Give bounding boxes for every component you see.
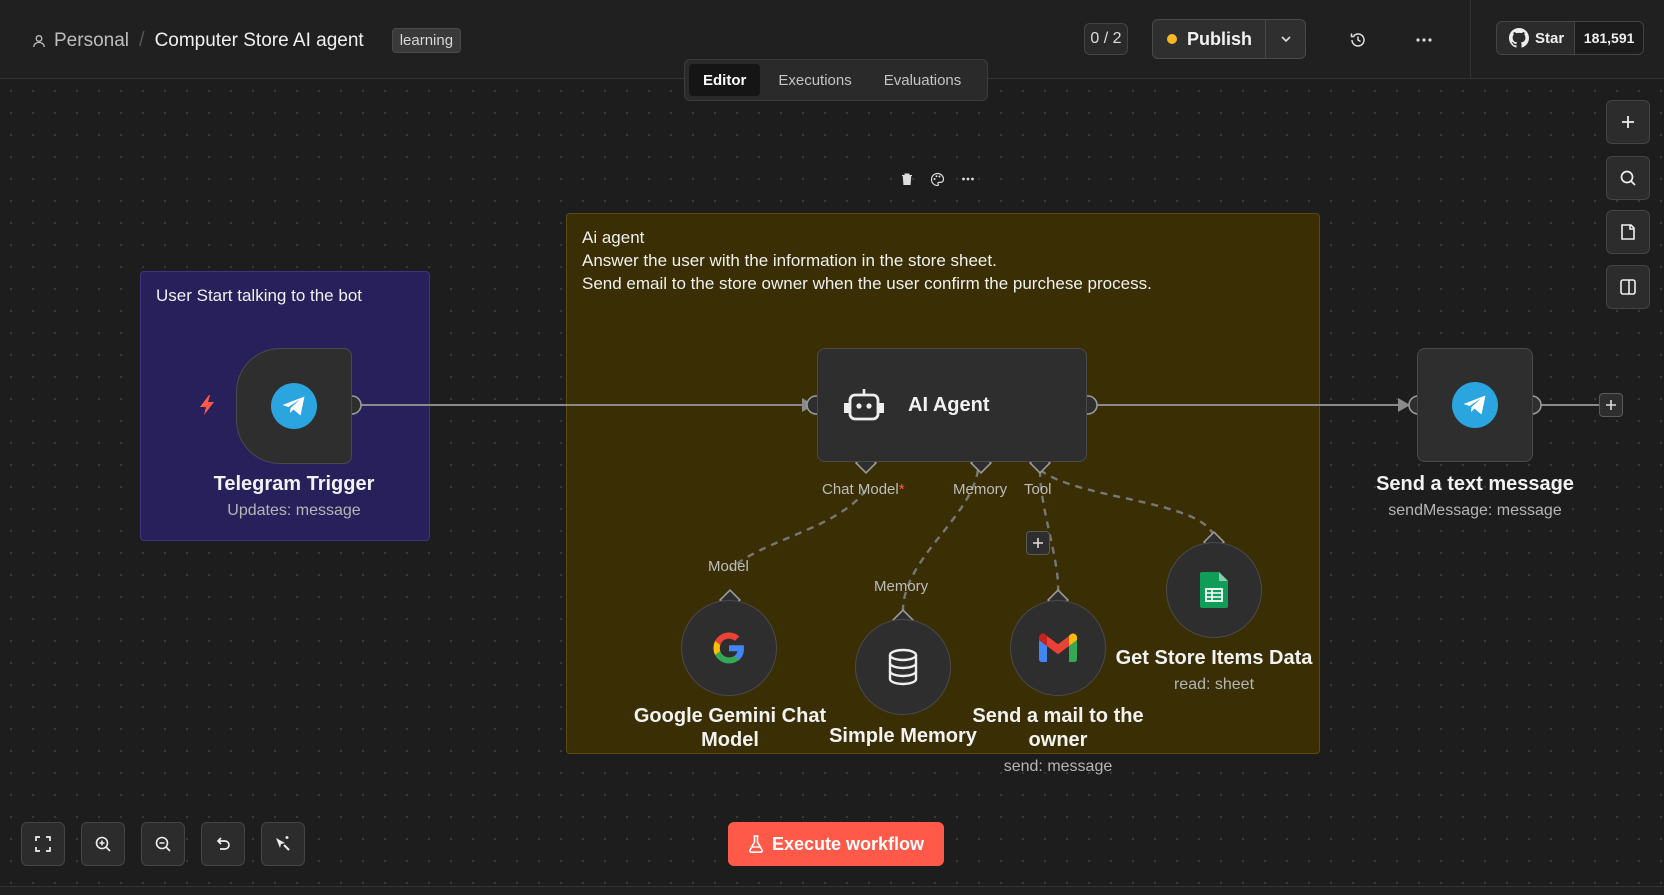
node-send-text-message[interactable]	[1417, 348, 1533, 462]
history-icon	[1350, 33, 1365, 47]
add-node-panel-button[interactable]	[1606, 100, 1650, 144]
tidy-up-button[interactable]	[261, 822, 305, 866]
tab-evaluations[interactable]: Evaluations	[870, 64, 976, 96]
publish-dropdown-button[interactable]	[1265, 20, 1305, 58]
plus-icon	[1033, 538, 1043, 548]
node-telegram-trigger-subtitle: Updates: message	[227, 502, 361, 519]
github-star-label: Star	[1535, 29, 1565, 47]
node-sheets-title: Get Store Items Data	[1115, 647, 1313, 669]
github-star: Star	[1497, 22, 1576, 54]
undo-button[interactable]	[201, 822, 245, 866]
telegram-icon	[271, 383, 317, 429]
more-horizontal-icon	[1416, 38, 1432, 42]
breadcrumb-project[interactable]: Personal	[32, 30, 129, 52]
user-icon	[33, 34, 45, 47]
node-google-sheets[interactable]	[1166, 542, 1262, 638]
zoom-out-icon	[155, 836, 171, 852]
node-send-text-subtitle: sendMessage: message	[1388, 502, 1562, 519]
google-sheets-icon	[1200, 572, 1228, 608]
lightning-bolt-icon	[200, 395, 214, 415]
breadcrumb-separator: /	[139, 29, 145, 51]
workflow-title[interactable]: Computer Store AI agent	[155, 30, 364, 52]
node-telegram-trigger[interactable]	[236, 348, 352, 464]
add-tool-button[interactable]	[1026, 531, 1050, 555]
node-simple-memory[interactable]	[855, 619, 951, 715]
execute-workflow-button[interactable]: Execute workflow	[728, 822, 944, 866]
zoom-out-button[interactable]	[141, 822, 185, 866]
bottom-bar	[0, 886, 1664, 895]
port-label-chat-model-text: Chat Model	[822, 481, 899, 498]
required-marker: *	[898, 481, 905, 498]
sticky-note-line: Ai agent	[582, 228, 645, 247]
fit-view-icon	[35, 836, 51, 852]
robot-icon	[844, 389, 884, 421]
search-nodes-button[interactable]	[1606, 156, 1650, 200]
port-label-memory-in: Memory	[874, 578, 929, 595]
breadcrumb: Personal / Computer Store AI agent learn…	[32, 28, 462, 53]
github-icon	[1509, 28, 1529, 48]
execute-workflow-label: Execute workflow	[771, 833, 925, 854]
trigger-bolt-icon	[198, 394, 216, 421]
port-label-chat-model: Chat Model*	[822, 481, 905, 498]
panel-icon	[1620, 279, 1636, 295]
node-gmail-title-line: owner	[1028, 729, 1088, 751]
plus-icon	[1622, 116, 1634, 128]
sticky-note-line: Answer the user with the information in …	[582, 251, 997, 270]
publish-label: Publish	[1187, 28, 1253, 49]
activation-counter[interactable]: 0 / 2	[1084, 23, 1128, 55]
palette-icon[interactable]	[930, 172, 945, 187]
node-gmail[interactable]	[1010, 600, 1106, 696]
sticky-note-line: Send email to the store owner when the u…	[582, 274, 1152, 293]
flask-icon	[749, 835, 763, 853]
node-gmail-title-line: Send a mail to the	[972, 705, 1144, 727]
sticky-note-toolbar	[900, 172, 975, 187]
workflow-tag[interactable]: learning	[391, 28, 462, 53]
port-label-model: Model	[708, 558, 749, 575]
sticky-note-text: User Start talking to the bot	[156, 286, 362, 305]
node-google-gemini[interactable]	[681, 600, 777, 696]
port-label-tool: Tool	[1024, 481, 1052, 498]
publish-button[interactable]: Publish	[1153, 20, 1265, 58]
port-label-memory: Memory	[953, 481, 1008, 498]
database-icon	[888, 648, 918, 686]
add-sticky-note-button[interactable]	[1606, 210, 1650, 254]
publish-button-group: Publish	[1152, 19, 1306, 59]
view-tabs: Editor Executions Evaluations	[684, 59, 988, 101]
add-node-button[interactable]	[1599, 393, 1623, 417]
google-icon	[713, 632, 744, 664]
telegram-icon	[1452, 382, 1498, 428]
chevron-down-icon	[1280, 36, 1291, 43]
publish-status-dot	[1167, 34, 1177, 44]
sticky-note-icon	[1621, 224, 1635, 240]
node-sheets-subtitle: read: sheet	[1173, 676, 1255, 693]
history-button[interactable]	[1344, 26, 1372, 54]
search-icon	[1620, 170, 1636, 186]
plus-icon	[1606, 400, 1616, 410]
toggle-panel-button[interactable]	[1606, 265, 1650, 309]
node-ai-agent-title: AI Agent	[908, 393, 990, 416]
tab-editor[interactable]: Editor	[689, 64, 761, 96]
zoom-in-icon	[95, 836, 111, 852]
trash-icon[interactable]	[900, 172, 914, 186]
undo-icon	[216, 837, 230, 850]
more-horizontal-icon[interactable]	[961, 172, 975, 186]
github-star-button[interactable]: Star 181,591	[1496, 21, 1644, 55]
node-ai-agent[interactable]: AI Agent	[817, 348, 1087, 462]
zoom-in-button[interactable]	[81, 822, 125, 866]
github-star-count: 181,591	[1575, 22, 1643, 54]
node-gmail-subtitle: send: message	[1003, 758, 1113, 775]
fit-view-button[interactable]	[21, 822, 65, 866]
tidy-up-icon	[276, 836, 290, 851]
more-options-button[interactable]	[1410, 26, 1438, 54]
node-send-text-title: Send a text message	[1376, 473, 1574, 495]
header-divider	[1470, 0, 1471, 79]
tab-executions[interactable]: Executions	[764, 64, 865, 96]
node-gmail-title: Send a mail to the owner	[948, 704, 1168, 752]
node-telegram-trigger-title: Telegram Trigger	[213, 473, 375, 495]
gmail-icon	[1038, 633, 1078, 662]
breadcrumb-project-label: Personal	[54, 29, 129, 51]
